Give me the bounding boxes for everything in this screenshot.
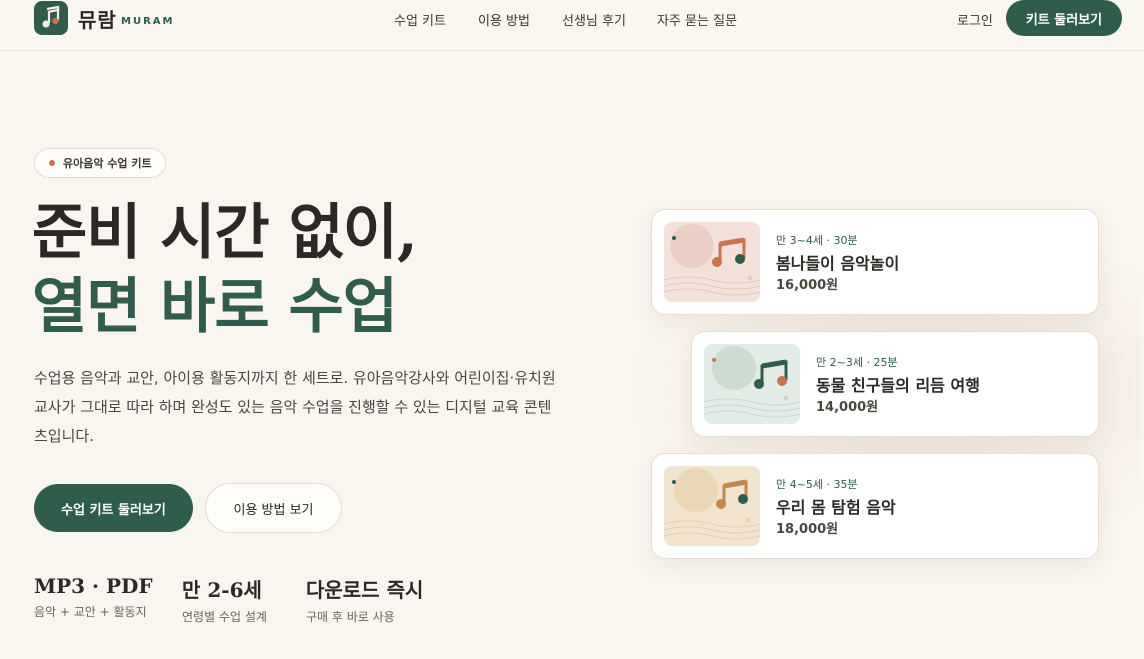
product-meta: 만 4~5세 · 35분 xyxy=(776,478,858,491)
site-header: 뮤람 MURAM 수업 키트 이용 방법 선생님 후기 자주 묻는 질문 로그인… xyxy=(0,0,1144,51)
product-price: 16,000원 xyxy=(776,278,839,293)
hero-title-line1: 준비 시간 없이, xyxy=(32,198,418,268)
product-title: 우리 몸 탐험 음악 xyxy=(776,498,896,517)
product-card[interactable]: 만 4~5세 · 35분 우리 몸 탐험 음악 18,000원 xyxy=(651,453,1099,559)
category-badge: 유아음악 수업 키트 xyxy=(34,148,166,178)
hero-title: 준비 시간 없이, 열면 바로 수업 xyxy=(32,196,418,344)
hero-description: 수업용 음악과 교안, 아이용 활동지까지 한 세트로. 유아음악강사와 어린이… xyxy=(34,369,556,445)
badge-label: 유아음악 수업 키트 xyxy=(63,157,152,170)
product-card[interactable]: 만 2~3세 · 25분 동물 친구들의 리듬 여행 14,000원 xyxy=(691,331,1099,437)
product-title: 봄나들이 음악놀이 xyxy=(776,254,900,273)
product-meta: 만 2~3세 · 25분 xyxy=(816,356,898,369)
product-thumbnail xyxy=(664,222,760,302)
product-price: 18,000원 xyxy=(776,522,839,537)
product-meta: 만 3~4세 · 30분 xyxy=(776,234,858,247)
product-card[interactable]: 만 3~4세 · 30분 봄나들이 음악놀이 16,000원 xyxy=(651,209,1099,315)
stat-label: 연령별 수업 설계 xyxy=(182,610,267,624)
logo-music-note-icon[interactable] xyxy=(34,1,68,35)
nav-item-how-to[interactable]: 이용 방법 xyxy=(478,10,530,29)
logo-text[interactable]: 뮤람 xyxy=(78,4,117,33)
product-thumbnail xyxy=(704,344,800,424)
how-to-use-button[interactable]: 이용 방법 보기 xyxy=(205,483,342,533)
nav-item-reviews[interactable]: 선생님 후기 xyxy=(562,10,626,29)
product-title: 동물 친구들의 리듬 여행 xyxy=(816,376,980,395)
music-note-icon xyxy=(704,344,800,424)
stat-ages: 만 2-6세 연령별 수업 설계 xyxy=(182,574,267,625)
music-note-icon xyxy=(664,222,760,302)
stat-download: 다운로드 즉시 구매 후 바로 사용 xyxy=(306,574,423,625)
stat-value: 만 2-6세 xyxy=(182,578,262,602)
browse-kits-button[interactable]: 키트 둘러보기 xyxy=(1006,0,1122,36)
login-link[interactable]: 로그인 xyxy=(957,10,993,29)
stat-value: 다운로드 즉시 xyxy=(306,578,424,602)
hero-title-line2: 열면 바로 수업 xyxy=(32,272,398,342)
stat-formats: MP3 · PDF 음악 + 교안 + 활동지 xyxy=(34,574,153,620)
badge-dot-icon xyxy=(49,160,55,166)
nav-item-kits[interactable]: 수업 키트 xyxy=(394,10,446,29)
product-price: 14,000원 xyxy=(816,400,879,415)
logo-subtext: MURAM xyxy=(121,16,175,27)
stat-value: MP3 · PDF xyxy=(34,574,153,598)
stat-label: 구매 후 바로 사용 xyxy=(306,610,395,624)
browse-kits-hero-button[interactable]: 수업 키트 둘러보기 xyxy=(34,484,193,532)
nav-item-faq[interactable]: 자주 묻는 질문 xyxy=(657,10,737,29)
product-thumbnail xyxy=(664,466,760,546)
stat-label: 음악 + 교안 + 활동지 xyxy=(34,605,147,619)
music-note-icon xyxy=(664,466,760,546)
